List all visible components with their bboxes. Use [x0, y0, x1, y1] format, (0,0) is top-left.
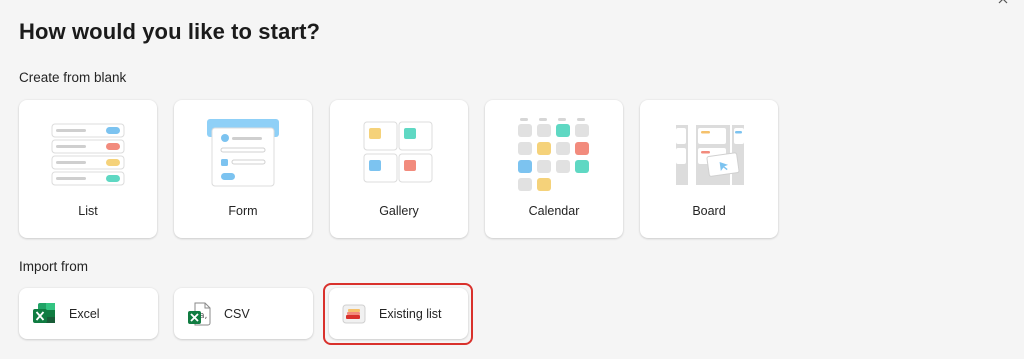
close-icon [998, 0, 1008, 4]
create-board-card[interactable]: Board [640, 100, 778, 238]
create-section-label: Create from blank [19, 70, 127, 85]
csv-icon: a, [188, 302, 211, 326]
calendar-illustration-icon [518, 118, 589, 191]
list-illustration-icon [51, 123, 125, 186]
csv-label: CSV [224, 307, 250, 321]
create-calendar-card[interactable]: Calendar [485, 100, 623, 238]
excel-icon [33, 303, 55, 323]
create-gallery-card[interactable]: Gallery [330, 100, 468, 238]
board-illustration-icon [676, 125, 744, 185]
close-button[interactable] [996, 0, 1010, 6]
form-illustration-icon [207, 119, 279, 187]
gallery-illustration-icon [363, 121, 433, 183]
excel-label: Excel [69, 307, 100, 321]
list-label: List [78, 204, 98, 218]
selection-highlight [323, 283, 473, 345]
calendar-label: Calendar [528, 204, 580, 218]
create-list-card[interactable]: List [19, 100, 157, 238]
board-label: Board [692, 204, 726, 218]
create-form-card[interactable]: Form [174, 100, 312, 238]
form-label: Form [228, 204, 258, 218]
import-csv-card[interactable]: a, CSV [174, 288, 313, 339]
import-excel-card[interactable]: Excel [19, 288, 158, 339]
import-section-label: Import from [19, 259, 89, 274]
gallery-label: Gallery [379, 204, 419, 218]
dialog-title: How would you like to start? [19, 19, 321, 44]
